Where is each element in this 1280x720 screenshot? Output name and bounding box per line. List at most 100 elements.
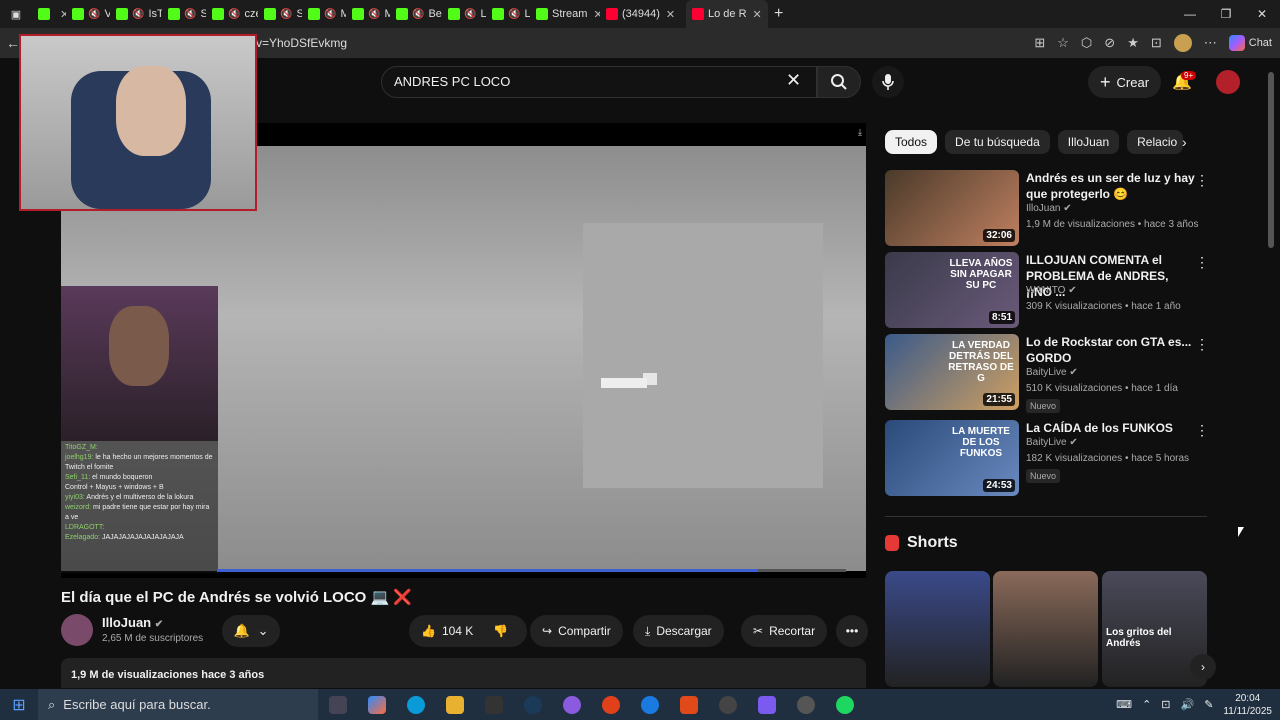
copilot-taskbar-icon[interactable] <box>357 689 396 720</box>
browser-tab[interactable]: 🔇czerito✕ <box>206 0 258 28</box>
channel-name-text: BaityLive <box>1026 367 1067 378</box>
browser-tab[interactable]: (34944) ✕ <box>600 0 686 28</box>
search-input[interactable]: ANDRES PC LOCO <box>381 66 817 98</box>
dislike-button[interactable]: 👎 <box>493 624 508 638</box>
clear-search-icon[interactable]: ✕ <box>786 70 801 91</box>
video-thumbnail[interactable]: LA MUERTE DE LOS FUNKOS 24:53 <box>885 420 1019 496</box>
browser-tab[interactable]: 🔇Bet_mi✕ <box>390 0 442 28</box>
url-text[interactable]: v=YhoDSfEvkmg <box>256 36 347 50</box>
more-options-icon[interactable]: ⋮ <box>1195 422 1209 439</box>
browser-tab[interactable]: 🔇Ma✕ <box>302 0 346 28</box>
video-progress-bar[interactable] <box>217 569 846 572</box>
related-video-item[interactable]: LA MUERTE DE LOS FUNKOS 24:53 La CAÍDA de … <box>885 420 1215 498</box>
browser-tab[interactable]: 🔇Lio✕ <box>486 0 530 28</box>
browser-tab[interactable]: Lo de R ✕ <box>686 0 768 28</box>
brave-browser-icon[interactable] <box>669 689 708 720</box>
profile-avatar[interactable] <box>1173 34 1192 52</box>
title-emoji-x: ❌ <box>393 589 413 606</box>
tab-close-icon[interactable]: ✕ <box>666 8 675 21</box>
shorts-next-button[interactable]: › <box>1190 654 1216 680</box>
volume-icon[interactable]: 🔊 <box>1181 698 1195 711</box>
related-video-item[interactable]: LA VERDAD DETRÁS DEL RETRASO DE G 21:55 Lo… <box>885 334 1215 413</box>
more-menu-icon[interactable]: ⋯ <box>1204 35 1217 51</box>
channel-name[interactable]: IlloJuan ✔ <box>102 615 163 630</box>
subscription-bell-button[interactable]: 🔔 ⌄ <box>222 615 280 647</box>
more-actions-button[interactable]: ••• <box>836 615 868 647</box>
browser-tab[interactable]: Stream ✕ <box>530 0 600 28</box>
create-button[interactable]: + Crear <box>1088 66 1162 98</box>
related-video-item[interactable]: 32:06 Andrés es un ser de luz y hay que p… <box>885 170 1215 248</box>
download-button[interactable]: ⤓ Descargar <box>633 615 724 647</box>
search-button[interactable] <box>817 66 861 98</box>
copilot-chat-button[interactable]: Chat <box>1228 35 1272 51</box>
battle-net-icon[interactable] <box>630 689 669 720</box>
davinci-resolve-icon[interactable] <box>786 689 825 720</box>
extensions-icon[interactable]: ⬡ <box>1081 35 1092 51</box>
tab-close-icon[interactable]: ✕ <box>753 8 762 21</box>
more-options-icon[interactable]: ⋮ <box>1195 336 1209 353</box>
more-options-icon[interactable]: ⋮ <box>1195 172 1209 189</box>
short-video-card[interactable] <box>993 571 1098 687</box>
browser-tab[interactable]: 🔇IsTinch✕ <box>110 0 162 28</box>
browser-tab[interactable]: 🔇Sic✕ <box>258 0 302 28</box>
page-scrollbar[interactable] <box>1268 72 1274 248</box>
filter-chip[interactable]: Relacio <box>1127 130 1184 154</box>
chevron-down-icon: ⌄ <box>257 623 269 638</box>
taskbar-clock[interactable]: 20:04 11/11/2025 <box>1223 692 1272 718</box>
like-button[interactable]: 👍 104 K <box>421 624 473 638</box>
short-video-card[interactable] <box>885 571 990 687</box>
favorites-icon[interactable]: ★ <box>1127 35 1139 51</box>
filter-chip[interactable]: De tu búsqueda <box>945 130 1050 154</box>
download-overlay-icon[interactable]: ⤓ <box>858 127 862 138</box>
tab-favicon-icon <box>264 8 276 20</box>
tray-overflow-chevron-icon[interactable]: ⌃ <box>1142 698 1151 711</box>
browser-tab[interactable]: 🔇Lio✕ <box>442 0 486 28</box>
network-icon[interactable]: ⊡ <box>1161 698 1170 711</box>
video-thumbnail[interactable]: 32:06 <box>885 170 1019 246</box>
video-thumbnail[interactable]: LA VERDAD DETRÁS DEL RETRASO DE G 21:55 <box>885 334 1019 410</box>
tab-favicon-icon <box>72 8 84 20</box>
close-window-button[interactable]: ✕ <box>1244 0 1280 28</box>
video-thumbnail[interactable]: LLEVA AÑOS SIN APAGAR SU PC 8:51 <box>885 252 1019 328</box>
filter-chip[interactable]: Todos <box>885 130 938 154</box>
browser-tab[interactable]: ✕ <box>32 0 66 28</box>
tracking-icon[interactable]: ⊘ <box>1104 35 1115 51</box>
voice-search-button[interactable] <box>872 66 904 98</box>
file-explorer-icon[interactable] <box>435 689 474 720</box>
ea-app-icon[interactable] <box>591 689 630 720</box>
maximize-button[interactable]: ❐ <box>1208 0 1244 28</box>
task-view-icon[interactable] <box>318 689 357 720</box>
related-video-item[interactable]: LLEVA AÑOS SIN APAGAR SU PC 8:51 ILLOJUAN … <box>885 252 1215 330</box>
obs-icon[interactable] <box>708 689 747 720</box>
game-controller-icon[interactable] <box>747 689 786 720</box>
channel-avatar[interactable] <box>61 614 93 646</box>
taskbar-search-input[interactable]: ⌕ Escribe aquí para buscar. <box>38 689 318 720</box>
stream-chat-message: joelhg19: le ha hecho un mejores momento… <box>65 453 214 473</box>
tab-strip: ✕🔇Ve✕🔇IsTinch✕🔇Sta✕🔇czerito✕🔇Sic✕🔇Ma✕🔇Me… <box>32 0 768 28</box>
more-options-icon[interactable]: ⋮ <box>1195 254 1209 271</box>
start-button[interactable]: ⊞ <box>0 689 38 720</box>
split-view-icon[interactable]: ⊞ <box>1034 35 1045 51</box>
minimize-button[interactable]: — <box>1172 0 1208 28</box>
share-button[interactable]: ↪ Compartir <box>530 615 623 647</box>
pen-icon[interactable]: ✎ <box>1204 698 1213 711</box>
filter-chip[interactable]: IlloJuan <box>1057 130 1120 154</box>
clip-button[interactable]: ✂ Recortar <box>741 615 828 647</box>
epic-games-icon[interactable] <box>474 689 513 720</box>
account-avatar[interactable] <box>1216 70 1240 94</box>
browser-tab[interactable]: 🔇Me✕ <box>346 0 390 28</box>
discord-icon[interactable] <box>552 689 591 720</box>
chips-next-chevron-icon[interactable]: › <box>1182 134 1187 150</box>
tab-actions-button[interactable]: ▣ <box>0 0 32 28</box>
browser-tab[interactable]: 🔇Sta✕ <box>162 0 206 28</box>
new-tab-button[interactable]: + <box>768 0 789 28</box>
back-button[interactable]: ← <box>6 35 20 51</box>
keyboard-icon[interactable]: ⌨ <box>1116 698 1132 711</box>
spotify-icon[interactable] <box>825 689 864 720</box>
steam-icon[interactable] <box>513 689 552 720</box>
edge-browser-icon[interactable] <box>396 689 435 720</box>
browser-tab[interactable]: 🔇Ve✕ <box>66 0 110 28</box>
collections-icon[interactable]: ⊡ <box>1151 35 1162 51</box>
favorite-star-icon[interactable]: ☆ <box>1057 35 1069 51</box>
description-box[interactable]: 1,9 M de visualizaciones hace 3 años <box>61 658 866 688</box>
